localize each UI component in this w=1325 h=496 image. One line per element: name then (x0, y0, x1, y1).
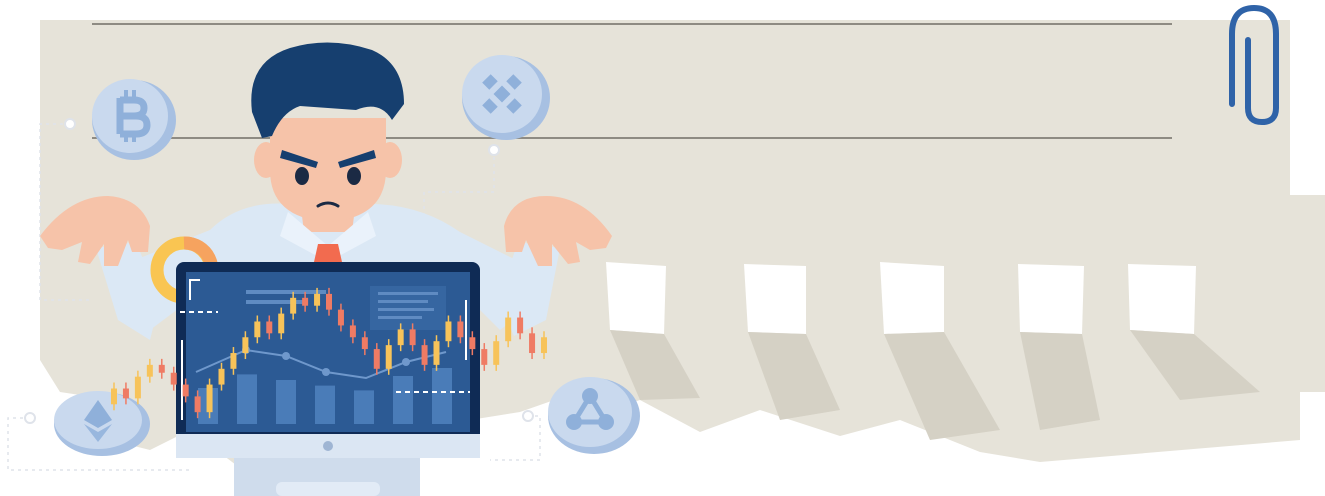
candle-body (457, 321, 464, 338)
candle-body (433, 341, 440, 365)
tie (314, 244, 342, 262)
volume-bar (315, 385, 335, 424)
candle-body (194, 396, 201, 413)
volume-bar (276, 380, 296, 424)
candle-body (385, 345, 392, 369)
candle-body (373, 349, 380, 369)
candle-body (517, 317, 524, 334)
candle-body (230, 353, 237, 369)
face (270, 118, 386, 222)
candle-body (218, 368, 225, 385)
candle-body (146, 364, 153, 377)
candle-body (266, 321, 273, 334)
right-eye (347, 167, 361, 185)
connector-node (522, 410, 534, 422)
monitor-base (276, 482, 380, 496)
candle-body (111, 388, 117, 405)
candle-body (134, 376, 141, 399)
candle-body (122, 388, 129, 399)
illustration-scene (7, 4, 1325, 496)
candle-body (302, 297, 309, 306)
candle-body (349, 325, 356, 338)
left-eye (295, 167, 309, 185)
connector-node (488, 144, 500, 156)
candle-body (445, 321, 452, 342)
candle-body (254, 321, 261, 338)
candle-body (481, 349, 488, 365)
volume-bar (354, 390, 374, 424)
candle-body (326, 293, 332, 310)
candle-body (541, 337, 547, 354)
candle-body (242, 337, 249, 354)
connector-node (64, 118, 76, 130)
candle-body (337, 309, 344, 326)
candle-body (493, 341, 500, 365)
volume-bar (237, 374, 257, 424)
candle-body (529, 333, 536, 354)
candle-body (182, 384, 189, 397)
candle-body (314, 293, 321, 306)
volume-bar (432, 368, 452, 424)
candle-body (361, 337, 368, 350)
connector-node (24, 412, 36, 424)
candle-body (505, 317, 512, 342)
candle-body (158, 364, 165, 373)
candle-body (469, 337, 476, 350)
candle-body (290, 297, 297, 314)
candle-body (170, 372, 177, 385)
candle-body (397, 329, 404, 346)
volume-bar (393, 376, 413, 424)
candle-body (409, 329, 416, 346)
candle-body (278, 313, 285, 334)
candle-body (206, 384, 213, 413)
candle-body (421, 345, 428, 365)
monitor-power-dot (323, 441, 333, 451)
